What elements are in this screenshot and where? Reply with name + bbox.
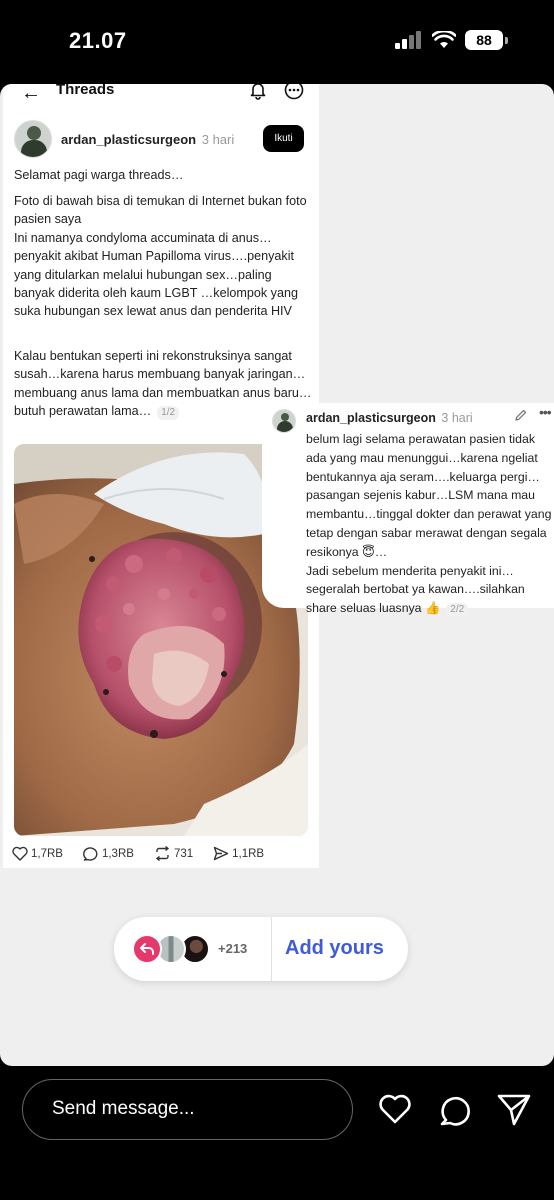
- comment-action: 1,3RB: [83, 846, 134, 861]
- battery-indicator: 88: [465, 30, 503, 50]
- bell-icon: [250, 84, 266, 100]
- reply-author-avatar: [272, 409, 296, 433]
- heart-icon: [12, 846, 28, 861]
- author-avatar: [14, 120, 52, 158]
- add-yours-sticker[interactable]: +213 Add yours: [114, 917, 408, 981]
- battery-nub: [505, 36, 508, 44]
- share-count: 1,1RB: [232, 847, 265, 860]
- share-action: 1,1RB: [213, 846, 264, 861]
- follow-button: Ikuti: [263, 125, 304, 152]
- reply-text: belum lagi selama perawatan pasien tidak…: [306, 430, 552, 618]
- add-yours-divider: [271, 917, 272, 981]
- post-paragraph-2: Foto di bawah bisa di temukan di Interne…: [14, 194, 307, 319]
- story-canvas: ← Threads ardan_plasticsurgeon 3 hari Ik…: [0, 84, 554, 1066]
- reply-more-icon: •••: [539, 404, 552, 420]
- reply-time: 3 hari: [441, 411, 473, 425]
- threads-reply-card: ardan_plasticsurgeon 3 hari ••• belum la…: [262, 403, 554, 618]
- like-action: 1,7RB: [12, 846, 63, 861]
- signal-icon: [395, 31, 421, 49]
- repost-action: 731: [154, 846, 193, 861]
- reply-author-name: ardan_plasticsurgeon: [306, 411, 436, 425]
- reply-arrow-icon: [132, 934, 162, 964]
- status-icons: 88: [395, 30, 508, 50]
- send-message-placeholder: Send message...: [52, 1098, 195, 1119]
- participant-count: +213: [218, 941, 248, 956]
- send-icon: [213, 846, 229, 861]
- like-count: 1,7RB: [31, 847, 63, 860]
- add-yours-button[interactable]: Add yours: [285, 937, 384, 960]
- reply-bubble-icon[interactable]: [439, 1093, 472, 1126]
- share-send-icon[interactable]: [497, 1093, 531, 1126]
- send-message-input[interactable]: Send message...: [22, 1079, 353, 1140]
- post-time: 3 hari: [201, 132, 235, 147]
- post-actions: 1,7RB 1,3RB 731 1,1RB: [12, 846, 284, 861]
- threads-header: ← Threads: [3, 84, 319, 106]
- page-indicator: 1/2: [157, 406, 180, 421]
- edit-icon: [515, 409, 527, 421]
- post-paragraph-1: Selamat pagi warga threads…: [14, 168, 184, 182]
- comment-icon: [83, 847, 98, 861]
- threads-title: Threads: [56, 84, 115, 98]
- repost-count: 731: [173, 847, 194, 860]
- back-arrow-icon: ←: [21, 84, 41, 104]
- reply-author: ardan_plasticsurgeon 3 hari: [306, 411, 473, 425]
- wifi-icon: [432, 31, 456, 48]
- status-bar: 21.07 88: [0, 0, 554, 80]
- reply-page-indicator: 2/2: [446, 603, 469, 618]
- like-heart-icon[interactable]: [378, 1093, 412, 1125]
- reply-body: belum lagi selama perawatan pasien tidak…: [306, 432, 552, 616]
- author-name: ardan_plasticsurgeon: [61, 132, 197, 147]
- repost-icon: [155, 846, 170, 861]
- more-options-icon: [284, 84, 304, 100]
- author-username: ardan_plasticsurgeon 3 hari: [61, 132, 234, 147]
- status-time: 21.07: [69, 28, 127, 53]
- comment-count: 1,3RB: [101, 847, 134, 860]
